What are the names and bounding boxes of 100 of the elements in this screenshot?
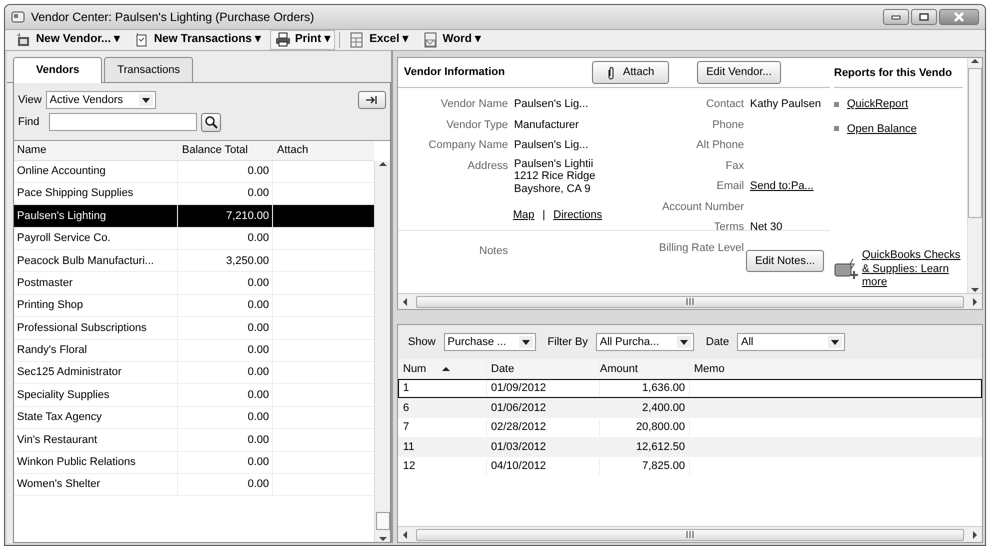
horizontal-scrollbar[interactable] (398, 293, 982, 309)
vendor-row[interactable]: Winkon Public Relations 0.00 (14, 452, 374, 474)
vendor-row[interactable]: Peacock Bulb Manufacturi... 3,250.00 (14, 250, 374, 272)
column-header[interactable]: Name (14, 142, 177, 158)
column-header[interactable]: Memo (689, 360, 981, 378)
address-line: 1212 Rice Ridge (514, 170, 596, 183)
search-icon (204, 115, 218, 130)
vendor-row[interactable]: Vin's Restaurant 0.00 (14, 429, 374, 452)
minimize-icon (891, 14, 901, 20)
close-icon (953, 12, 965, 22)
field-label: Fax (724, 158, 744, 174)
map-link[interactable]: Directions (553, 206, 602, 224)
section-title: Reports for this Vendo (834, 58, 963, 88)
transaction-row[interactable]: 11 01/03/2012 12,612.50 (398, 437, 982, 456)
column-header[interactable]: Amount (599, 360, 689, 378)
vendor-row[interactable]: Women's Shelter 0.00 (14, 474, 374, 496)
filter-label: Filter By (548, 334, 588, 350)
toolbar-button[interactable]: New Transactions ▾ (128, 30, 266, 50)
address-line: Paulsen's Lightii (514, 158, 594, 170)
toolbar-button[interactable]: New Vendor... ▾ (11, 30, 125, 50)
view-label: View (18, 92, 42, 108)
document-icon (422, 32, 439, 48)
collapse-panel-button[interactable] (358, 90, 386, 109)
spreadsheet-icon (349, 32, 366, 48)
find-field[interactable] (49, 113, 198, 132)
vertical-scrollbar[interactable] (967, 58, 982, 293)
filter-dropdown[interactable]: Purchase ... (444, 333, 536, 351)
dropdown-arrow-icon (830, 338, 840, 346)
horizontal-scrollbar[interactable] (398, 526, 982, 542)
promo-link[interactable]: QuickBooks Checks & Supplies: Learn more (862, 249, 963, 289)
field-label: Email (715, 179, 744, 194)
maximize-icon (919, 13, 929, 21)
field-value: Net 30 (750, 220, 784, 235)
report-link[interactable]: QuickReport (847, 96, 908, 112)
transaction-row[interactable]: 7 02/28/2012 20,800.00 (398, 418, 982, 437)
email-link[interactable]: Send to:Pa... (750, 178, 830, 194)
scroll-thumb[interactable] (376, 512, 390, 530)
tab[interactable]: Transactions (104, 57, 193, 82)
grip-icon (686, 298, 694, 305)
vendor-row[interactable]: Randy's Floral 0.00 (14, 340, 374, 362)
window-icon (11, 11, 25, 23)
report-link[interactable]: Open Balance (847, 120, 917, 137)
dropdown-arrow-icon (520, 338, 531, 346)
scroll-up-icon (971, 58, 979, 64)
maximize-button[interactable] (911, 9, 937, 25)
new-vendor-icon (16, 32, 32, 48)
column-header[interactable]: Attach (272, 140, 362, 160)
field-label: Vendor Type (445, 118, 508, 132)
field-label: Account Number (661, 200, 744, 214)
column-header[interactable]: Date (486, 360, 599, 378)
scroll-down-icon (378, 536, 386, 542)
field-value: Paulsen's Lig... (514, 138, 590, 153)
attach-button[interactable]: Attach (592, 61, 670, 84)
dropdown-arrow-icon (678, 338, 689, 346)
search-button[interactable] (201, 113, 222, 132)
edit-notes-button[interactable]: Edit Notes... (746, 250, 824, 272)
vendor-row[interactable]: Postmaster 0.00 (14, 272, 374, 295)
field-label: Address (466, 158, 508, 174)
scroll-thumb[interactable] (968, 68, 982, 218)
scroll-right-icon (972, 530, 978, 538)
filter-dropdown[interactable]: All Purcha... (596, 333, 694, 351)
vendor-row[interactable]: Professional Subscriptions 0.00 (14, 317, 374, 340)
printer-icon (274, 32, 291, 48)
scroll-left-icon (402, 298, 408, 306)
close-button[interactable] (939, 9, 979, 25)
scroll-up-icon (378, 160, 386, 166)
field-label: Vendor Name (440, 97, 508, 112)
minimize-button[interactable] (883, 9, 909, 25)
column-header[interactable]: Num (399, 360, 486, 377)
field-value: Paulsen's Lig... (514, 97, 590, 112)
vendor-row[interactable]: Paulsen's Lighting 7,210.00 (14, 205, 374, 228)
view-dropdown[interactable]: Active Vendors (46, 90, 156, 109)
toolbar-button[interactable]: Word ▾ (418, 30, 486, 50)
toolbar-button[interactable]: Excel ▾ (344, 30, 414, 50)
bullet-icon (834, 126, 839, 132)
vertical-scrollbar[interactable] (374, 160, 390, 542)
section-title: Vendor Information (404, 65, 506, 80)
vendor-row[interactable]: Speciality Supplies 0.00 (14, 384, 374, 407)
scroll-thumb[interactable] (416, 296, 964, 308)
transaction-row[interactable]: 6 01/06/2012 2,400.00 (398, 398, 982, 418)
filter-dropdown[interactable]: All (737, 333, 846, 351)
field-value: Manufacturer (514, 118, 580, 132)
scroll-thumb[interactable] (416, 528, 964, 540)
column-header[interactable]: Balance Total (177, 140, 272, 160)
toolbar-button[interactable]: Print ▾ (270, 30, 336, 50)
tab[interactable]: Vendors (13, 57, 102, 82)
vendor-row[interactable]: Printing Shop 0.00 (14, 294, 374, 318)
vendor-row[interactable]: State Tax Agency 0.00 (14, 406, 374, 430)
filter-label: Date (706, 334, 730, 350)
scroll-right-icon (972, 298, 978, 306)
field-label: Phone (711, 118, 744, 132)
transaction-row[interactable]: 12 04/10/2012 7,825.00 (398, 456, 982, 476)
map-link[interactable]: Map (513, 206, 534, 224)
vendor-row[interactable]: Sec125 Administrator 0.00 (14, 362, 374, 384)
edit-vendor-button[interactable]: Edit Vendor... (697, 61, 781, 84)
vendor-row[interactable]: Online Accounting 0.00 (14, 160, 374, 183)
collapse-arrow-icon (365, 94, 379, 105)
window-title: Vendor Center: Paulsen's Lighting (Purchase Orders) (31, 9, 314, 26)
field-label: Alt Phone (695, 138, 744, 153)
vendor-row[interactable]: Payroll Service Co. 0.00 (14, 228, 374, 250)
